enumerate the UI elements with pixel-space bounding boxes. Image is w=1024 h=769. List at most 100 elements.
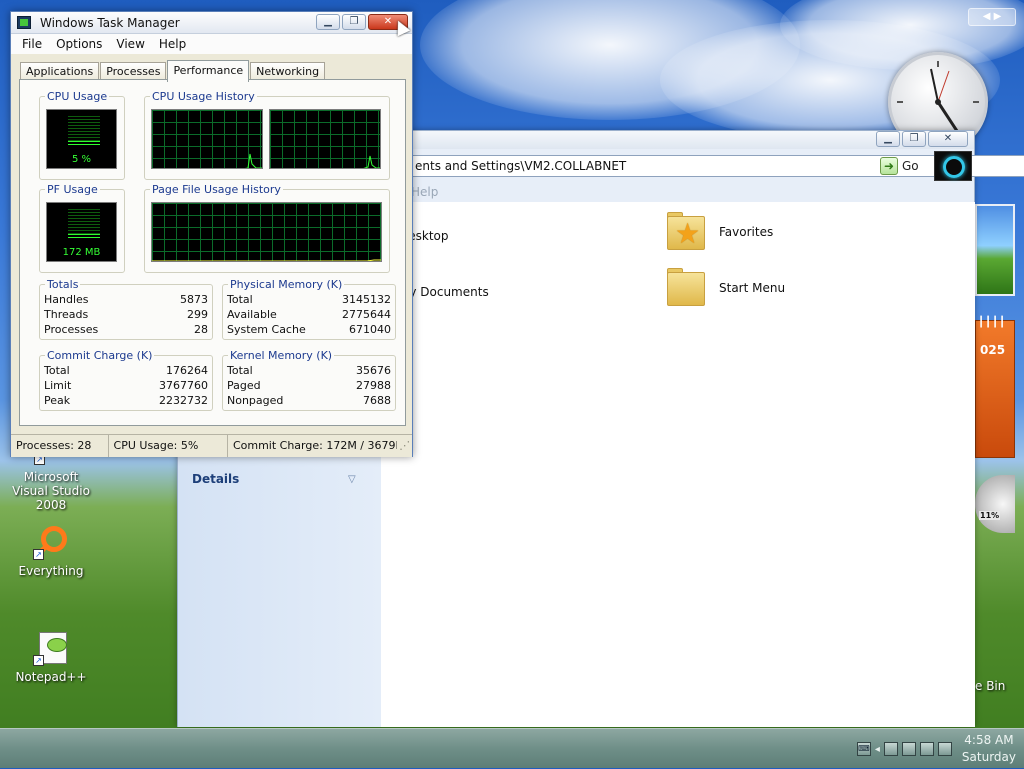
- window-title: Windows Task Manager: [40, 16, 180, 30]
- stat-value: 27988: [356, 379, 391, 392]
- stat-row: Limit 3767760: [44, 379, 208, 392]
- tray-clock[interactable]: 4:58 AM Saturday: [962, 732, 1016, 766]
- tab-performance[interactable]: Performance: [167, 60, 250, 82]
- address-bar[interactable]: ents and Settings\VM2.COLLABNET: [408, 155, 1024, 177]
- cpu-usage-group: CPU Usage 5 %: [39, 90, 125, 180]
- folder-item-favorites[interactable]: ★ Favorites: [665, 212, 773, 252]
- desktop-icon-everything[interactable]: ↗ Everything: [6, 524, 96, 578]
- system-tray: ⌨ ◂ 4:58 AM Saturday: [856, 729, 1024, 769]
- cpu-usage-value: 5 %: [71, 154, 92, 165]
- stat-row: Total 176264: [44, 364, 208, 377]
- cpu-history-group: CPU Usage History: [144, 90, 390, 180]
- stat-row: Paged 27988: [227, 379, 391, 392]
- minimize-button[interactable]: ▁: [876, 131, 900, 147]
- stat-name: Total: [44, 364, 70, 377]
- pf-history-group: Page File Usage History: [144, 183, 390, 273]
- maximize-button[interactable]: ❐: [902, 131, 926, 147]
- everything-icon: ↗: [33, 524, 69, 560]
- monitor-icon[interactable]: [901, 742, 916, 756]
- stat-row: Processes 28: [44, 323, 208, 336]
- stat-row: Total 3145132: [227, 293, 391, 306]
- stat-name: Paged: [227, 379, 261, 392]
- stat-name: Limit: [44, 379, 72, 392]
- address-text: ents and Settings\VM2.COLLABNET: [415, 159, 627, 173]
- brand-logo: [934, 151, 972, 181]
- physical-memory-label: Physical Memory (K): [228, 278, 345, 291]
- stat-name: Peak: [44, 394, 71, 407]
- stat-name: System Cache: [227, 323, 306, 336]
- chevron-left-icon[interactable]: ◂: [875, 744, 880, 755]
- tab-strip: Applications Processes Performance Netwo…: [20, 59, 326, 82]
- menu-item-help[interactable]: Help: [411, 185, 438, 199]
- maximize-button[interactable]: ❐: [342, 14, 366, 30]
- commit-charge-group: Commit Charge (K) Total 176264 Limit 37677…: [39, 349, 213, 411]
- folder-item-start-menu[interactable]: Start Menu: [665, 268, 785, 308]
- stat-value: 671040: [349, 323, 391, 336]
- go-button[interactable]: ➜ Go: [878, 155, 926, 177]
- speaker-icon[interactable]: [919, 742, 934, 756]
- stat-name: Threads: [44, 308, 89, 321]
- totals-group: Totals Handles 5873 Threads 299 Processes 2…: [39, 278, 213, 340]
- go-label: Go: [902, 159, 919, 173]
- commit-charge-label: Commit Charge (K): [45, 349, 155, 362]
- resize-grip-icon[interactable]: ⋰: [397, 435, 412, 457]
- menu-item-file[interactable]: File: [15, 34, 49, 54]
- task-manager-window: Windows Task Manager ▁ ❐ ✕ File Options …: [10, 11, 413, 457]
- gadget-nav-arrows[interactable]: ◀ ▶: [968, 8, 1016, 26]
- desktop-icon-visual-studio[interactable]: ↗ Microsoft Visual Studio 2008: [6, 452, 96, 512]
- stat-name: Nonpaged: [227, 394, 284, 407]
- pf-usage-label: PF Usage: [45, 183, 100, 196]
- menu-item-options[interactable]: Options: [49, 34, 109, 54]
- pf-usage-group: PF Usage 172 MB: [39, 183, 125, 273]
- stat-value: 3145132: [342, 293, 391, 306]
- stat-value: 5873: [180, 293, 208, 306]
- stat-value: 7688: [363, 394, 391, 407]
- details-heading[interactable]: Details: [192, 472, 239, 486]
- menu-bar: File Options View Help: [11, 34, 412, 54]
- arrow-right-icon: ➜: [880, 157, 898, 175]
- stat-row: Threads 299: [44, 308, 208, 321]
- desktop-icon-label: Notepad++: [15, 670, 87, 684]
- menu-item-view[interactable]: View: [109, 34, 151, 54]
- shortcut-arrow-icon: ↗: [33, 655, 44, 666]
- stat-value: 3767760: [159, 379, 208, 392]
- physical-memory-group: Physical Memory (K) Total 3145132 Availab…: [222, 278, 396, 340]
- desktop-icon-notepadpp[interactable]: ↗ Notepad++: [6, 630, 96, 684]
- status-processes: Processes: 28: [11, 435, 109, 457]
- task-manager-app-icon: [17, 16, 31, 29]
- task-manager-titlebar[interactable]: Windows Task Manager ▁ ❐ ✕: [11, 12, 412, 34]
- stat-name: Total: [227, 293, 253, 306]
- close-button[interactable]: ✕: [928, 131, 968, 147]
- menu-item-help[interactable]: Help: [152, 34, 193, 54]
- stat-row: Available 2775644: [227, 308, 391, 321]
- chevron-down-icon[interactable]: ▽: [348, 474, 356, 485]
- cpu-usage-meter: 5 %: [46, 109, 117, 169]
- minimize-button[interactable]: ▁: [316, 14, 340, 30]
- stat-row: Nonpaged 7688: [227, 394, 391, 407]
- pf-history-label: Page File Usage History: [150, 183, 283, 196]
- cpu-history-label: CPU Usage History: [150, 90, 257, 103]
- security-icon[interactable]: [937, 742, 952, 756]
- tray-day: Saturday: [961, 750, 1016, 764]
- stat-value: 2232732: [159, 394, 208, 407]
- performance-panel: CPU Usage 5 % CPU Usage History PF Usage…: [19, 79, 406, 426]
- slideshow-gadget: [975, 204, 1015, 296]
- taskbar: ⌨ ◂ 4:58 AM Saturday: [0, 728, 1024, 768]
- stat-name: Processes: [44, 323, 99, 336]
- stat-value: 35676: [356, 364, 391, 377]
- stat-name: Available: [227, 308, 277, 321]
- folder-label: Favorites: [719, 225, 774, 239]
- stat-value: 176264: [166, 364, 208, 377]
- keyboard-icon[interactable]: ⌨: [856, 742, 871, 756]
- stat-row: System Cache 671040: [227, 323, 391, 336]
- stat-row: Handles 5873: [44, 293, 208, 306]
- network-icon[interactable]: [883, 742, 898, 756]
- stat-name: Handles: [44, 293, 89, 306]
- stat-value: 2775644: [342, 308, 391, 321]
- stat-value: 28: [194, 323, 208, 336]
- recycle-bin-label[interactable]: e Bin: [975, 679, 1005, 693]
- stat-name: Total: [227, 364, 253, 377]
- desktop-icon-label: Microsoft Visual Studio 2008: [12, 470, 90, 512]
- cpu-history-graph-core-1: [151, 109, 263, 169]
- pf-history-graph: [151, 202, 382, 262]
